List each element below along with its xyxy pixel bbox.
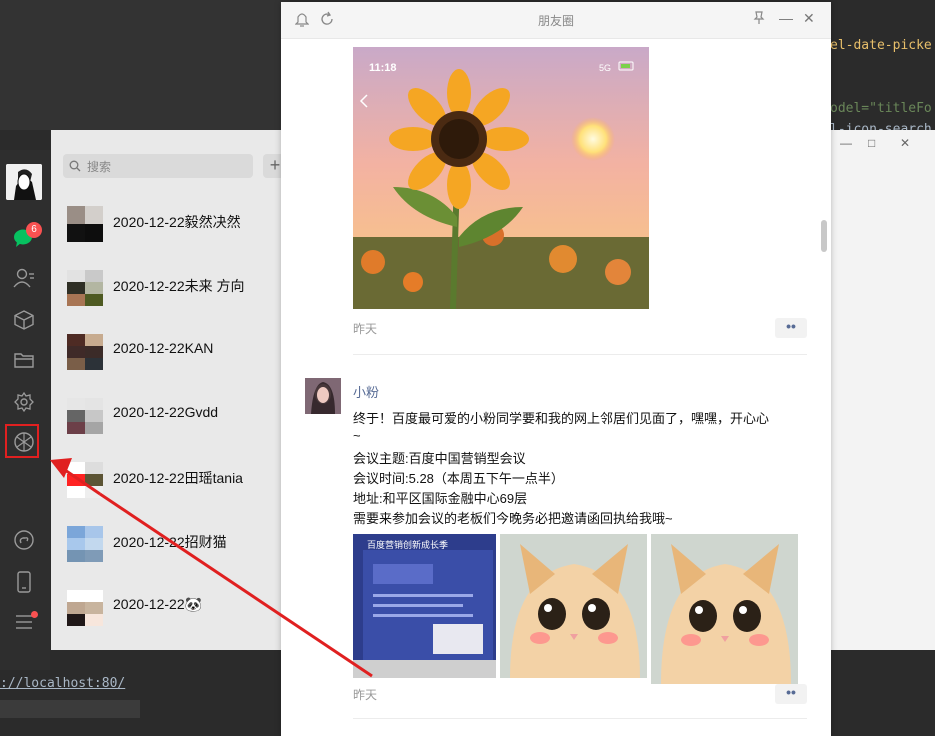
post-photo-cat-2[interactable]: [651, 534, 798, 684]
code-line-2: odel="titleFo: [830, 101, 932, 116]
status-time: 11:18: [369, 62, 397, 74]
chat-list-panel: 搜索 + 2020-12-22毅然决然 2020-12-22未来 方向 2020-1…: [51, 130, 281, 650]
add-button[interactable]: +: [263, 154, 281, 178]
moments-window: 朋友圈 — ✕ 11:18 5G 昨天 •• 小粉 终于！百度最可爱的小粉同学要…: [281, 2, 831, 736]
folder-icon[interactable]: [12, 348, 36, 372]
post-divider: [353, 354, 807, 355]
search-input[interactable]: 搜索: [63, 154, 253, 178]
post-text-line: 会议时间:5.28（本周五下午一点半）: [353, 471, 564, 486]
list-item[interactable]: 2020-12-22KAN: [51, 322, 281, 386]
status-net: 5G: [599, 63, 611, 73]
secondary-window: — □ ✕: [830, 130, 935, 650]
avatar: [67, 334, 103, 370]
avatar: [67, 398, 103, 434]
minimize-icon[interactable]: —: [779, 10, 793, 26]
mini-program-icon[interactable]: [12, 528, 36, 552]
post-text-line: 终于！百度最可爱的小粉同学要和我的网上邻居们见面了，嘿嘿，开心心: [353, 411, 770, 426]
phone-icon[interactable]: [12, 570, 36, 594]
avatar: [67, 462, 103, 498]
post-author[interactable]: 小粉: [353, 382, 379, 401]
list-item[interactable]: 2020-12-22🐼: [51, 578, 281, 642]
post-photo-sunflower[interactable]: 11:18 5G: [353, 47, 649, 309]
search-placeholder: 搜索: [87, 160, 112, 174]
avatar-image: [6, 164, 42, 200]
chat-name: 2020-12-22Gvdd: [113, 404, 219, 420]
settings-icon[interactable]: [12, 390, 36, 414]
cube-icon[interactable]: [12, 308, 36, 332]
wechat-sidebar: 6: [0, 150, 50, 670]
list-item[interactable]: 2020-12-22招财猫: [51, 514, 281, 578]
notification-dot: [31, 611, 38, 618]
poster-title: 百度营销创新成长季: [367, 539, 448, 551]
maximize-icon[interactable]: □: [868, 136, 875, 150]
close-icon[interactable]: ✕: [900, 136, 910, 150]
avatar: [67, 526, 103, 562]
avatar[interactable]: [6, 164, 42, 200]
blurred-code: [0, 0, 290, 130]
post-time: 昨天: [353, 688, 378, 702]
window-title: 朋友圈: [537, 14, 574, 28]
avatar: [67, 590, 103, 626]
pin-icon[interactable]: [753, 11, 765, 25]
scrollbar[interactable]: [821, 220, 827, 252]
post-divider: [353, 718, 807, 719]
chat-name: 2020-12-22毅然决然: [113, 214, 241, 230]
post-text-line: ~: [353, 428, 361, 443]
list-item[interactable]: 2020-12-22田瑶tania: [51, 450, 281, 514]
post-time: 昨天: [353, 322, 378, 336]
minimize-icon[interactable]: —: [840, 136, 852, 150]
unread-badge: 6: [26, 222, 42, 238]
post-text-line: 会议主题:百度中国营销型会议: [353, 451, 526, 466]
list-item[interactable]: 2020-12-22毅然决然: [51, 194, 281, 258]
chat-name: 2020-12-22招财猫: [113, 534, 227, 550]
localhost-link[interactable]: ://localhost:80/: [0, 676, 125, 691]
search-icon: [69, 160, 81, 172]
post-more-button[interactable]: ••: [775, 684, 807, 704]
contacts-icon[interactable]: [12, 266, 36, 290]
chat-name: 2020-12-22田瑶tania: [113, 470, 243, 486]
close-icon[interactable]: ✕: [803, 10, 815, 27]
post-photo-cat-1[interactable]: [500, 534, 647, 678]
post-text-line: 地址:和平区国际金融中心69层: [353, 491, 528, 506]
chat-name: 2020-12-22未来 方向: [113, 278, 245, 294]
post-more-button[interactable]: ••: [775, 318, 807, 338]
chat-name: 2020-12-22🐼: [113, 596, 203, 612]
avatar[interactable]: [305, 378, 341, 414]
highlight-box: [5, 424, 39, 458]
code-line-1: el-date-picke: [830, 38, 932, 53]
blurred-text: [0, 700, 140, 718]
post-text-line: 需要来参加会议的老板们今晚务必把邀请函回执给我哦~: [353, 511, 673, 526]
avatar: [67, 270, 103, 306]
list-item[interactable]: 2020-12-22Gvdd: [51, 386, 281, 450]
moments-titlebar: 朋友圈 — ✕: [281, 2, 831, 39]
post-photo-poster[interactable]: 百度营销创新成长季: [353, 534, 496, 678]
list-item[interactable]: 2020-12-22未来 方向: [51, 258, 281, 322]
chat-name: 2020-12-22KAN: [113, 340, 214, 356]
avatar: [67, 206, 103, 242]
